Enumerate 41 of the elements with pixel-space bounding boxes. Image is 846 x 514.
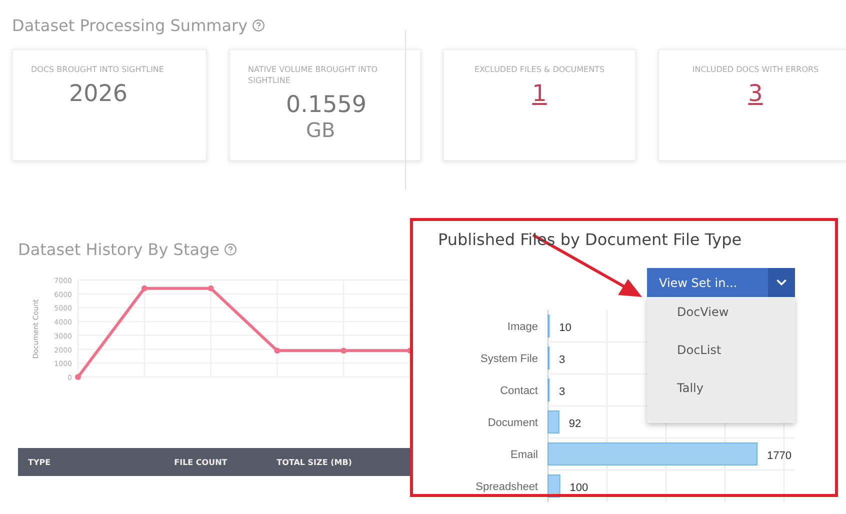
category-label: Image	[507, 321, 538, 333]
help-icon[interactable]	[224, 243, 237, 256]
data-point	[208, 285, 214, 292]
column-header: TOTAL SIZE (MB)	[276, 458, 353, 466]
data-point	[75, 374, 81, 380]
menu-item[interactable]: Tally	[647, 381, 795, 419]
stat-label: NATIVE VOLUME BROUGHT INTO SIGHTLINE	[248, 64, 379, 86]
stat-label: EXCLUDED FILES & DOCUMENTS	[474, 64, 605, 75]
value-label: 10	[559, 322, 572, 334]
value-label: 100	[570, 482, 588, 494]
dropdown-toggle[interactable]	[768, 268, 795, 297]
data-point	[274, 348, 280, 354]
category-label: Document	[488, 417, 538, 429]
stat-value: 2026	[69, 81, 128, 107]
stat-unit: GB	[306, 118, 336, 142]
value-label: 3	[559, 386, 566, 398]
column-header: FILE COUNT	[174, 458, 228, 466]
data-point	[141, 285, 148, 292]
bar	[548, 314, 550, 338]
category-label: Email	[510, 449, 538, 461]
stat-link[interactable]: 1	[532, 81, 547, 107]
data-point	[340, 348, 347, 354]
data-point	[407, 348, 410, 354]
stat-label: INCLUDED DOCS WITH ERRORS	[692, 64, 819, 75]
menu-item[interactable]: DocView	[647, 305, 795, 343]
help-icon[interactable]	[252, 19, 265, 32]
stat-label: DOCS BROUGHT INTO SIGHTLINE	[31, 64, 164, 75]
bar	[548, 410, 560, 434]
section-title: Dataset History By Stage	[18, 240, 220, 259]
stat-link[interactable]: 3	[748, 81, 763, 107]
value-label: 1770	[767, 450, 792, 462]
menu-item[interactable]: DocList	[647, 343, 795, 381]
section-title: Dataset Processing Summary	[12, 16, 248, 35]
category-label: System File	[480, 353, 538, 365]
category-label: Spreadsheet	[476, 481, 538, 493]
value-label: 92	[568, 418, 582, 430]
column-header: TYPE	[28, 458, 52, 466]
value-label: 3	[559, 354, 566, 366]
stat-value: 0.1559	[286, 92, 366, 118]
view-set-button[interactable]: View Set in...	[647, 268, 768, 297]
category-label: Contact	[500, 385, 538, 397]
